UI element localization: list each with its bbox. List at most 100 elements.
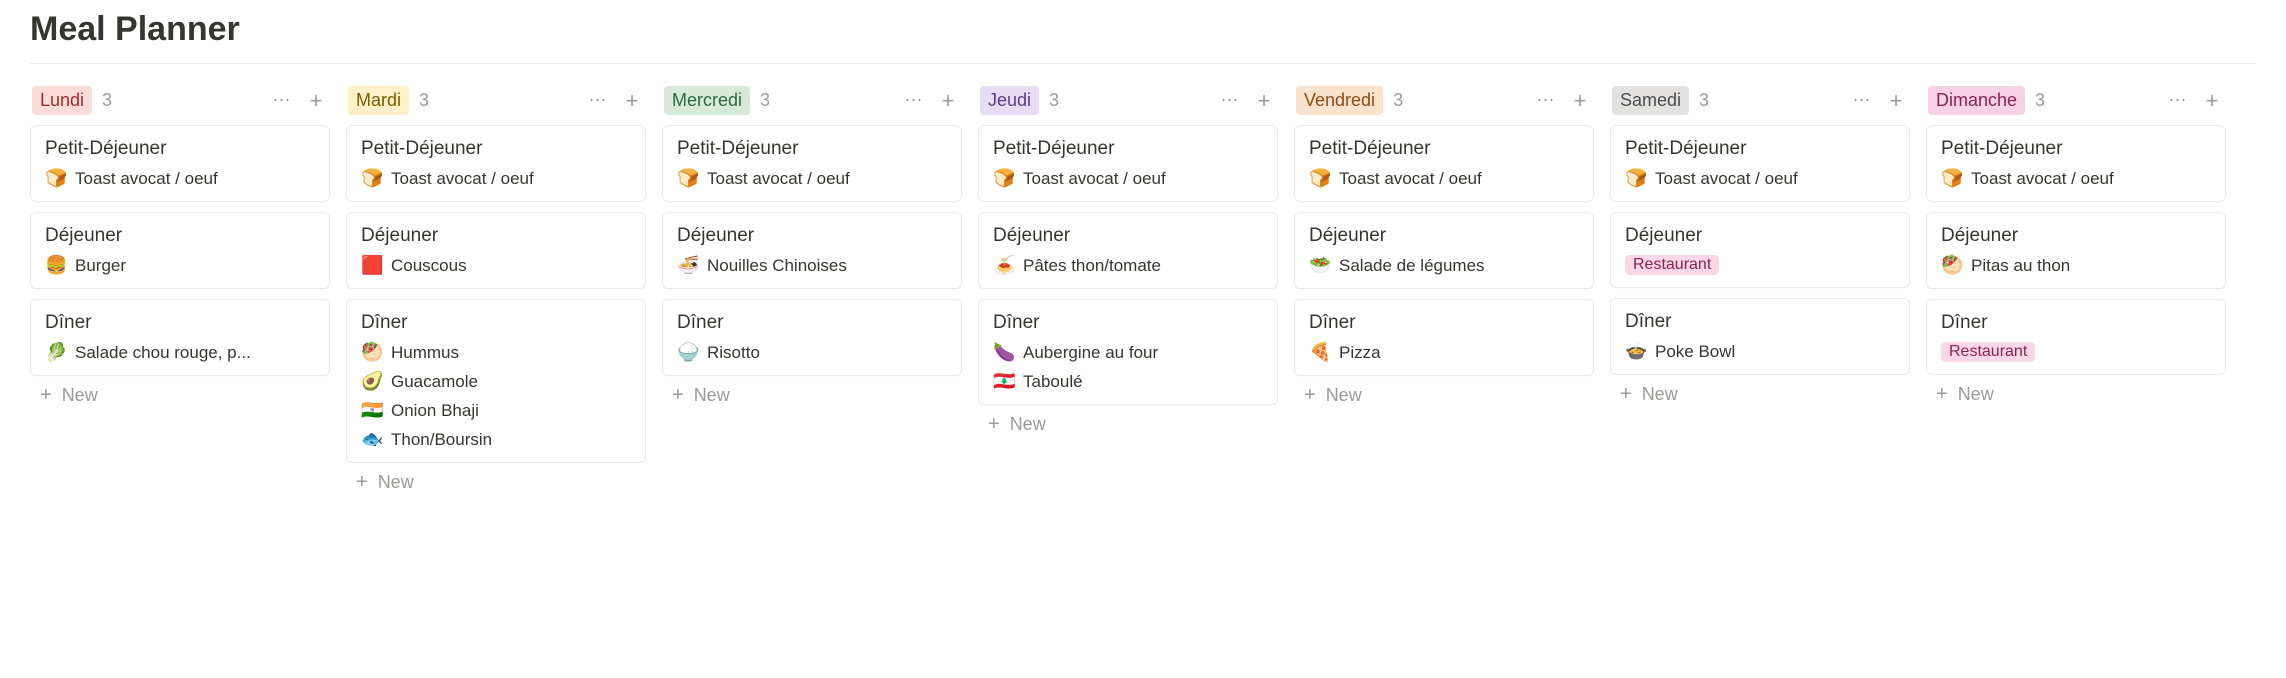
item-label: Salade chou rouge, p...: [75, 343, 251, 363]
card-items: 🍲Poke Bowl: [1625, 341, 1895, 362]
card-items: 🍚Risotto: [677, 342, 947, 363]
column-name-badge[interactable]: Dimanche: [1928, 86, 2025, 115]
card[interactable]: Petit-Déjeuner🍞Toast avocat / oeuf: [1926, 125, 2226, 202]
card[interactable]: Déjeuner🟥Couscous: [346, 212, 646, 289]
plus-icon: +: [356, 471, 368, 494]
card-item: 🍆Aubergine au four: [993, 342, 1263, 363]
item-emoji-icon: 🥬: [45, 342, 65, 363]
item-label: Guacamole: [391, 372, 478, 392]
card[interactable]: Petit-Déjeuner🍞Toast avocat / oeuf: [1294, 125, 1594, 202]
item-emoji-icon: 🍞: [1309, 168, 1329, 189]
card[interactable]: Dîner🍕Pizza: [1294, 299, 1594, 376]
item-emoji-icon: 🍕: [1309, 342, 1329, 363]
card[interactable]: Dîner 🥬 Salade chou rouge, p...: [30, 299, 330, 376]
card-item: 🍕Pizza: [1309, 342, 1579, 363]
new-card-button[interactable]: +New: [1926, 377, 2226, 412]
card-item: 🍞Toast avocat / oeuf: [45, 168, 315, 189]
new-card-button[interactable]: +New: [1294, 378, 1594, 413]
new-card-button[interactable]: +New: [662, 378, 962, 413]
card-title: Déjeuner: [993, 225, 1263, 247]
new-card-button[interactable]: +New: [1610, 377, 1910, 412]
board-column: Jeudi3⋯+Petit-Déjeuner🍞Toast avocat / oe…: [978, 84, 1278, 442]
item-label: Salade de légumes: [1339, 256, 1485, 276]
board-column: Vendredi3⋯+Petit-Déjeuner🍞Toast avocat /…: [1294, 84, 1594, 413]
item-label: Toast avocat / oeuf: [1971, 169, 2114, 189]
column-menu-icon[interactable]: ⋯: [1534, 89, 1558, 113]
column-add-icon[interactable]: +: [2200, 89, 2224, 113]
divider: [30, 63, 2256, 64]
column-menu-icon[interactable]: ⋯: [1218, 89, 1242, 113]
column-name-badge[interactable]: Mardi: [348, 86, 409, 115]
new-card-button[interactable]: +New: [978, 407, 1278, 442]
item-emoji-icon: 🍞: [361, 168, 381, 189]
card-items: Restaurant: [1941, 342, 2211, 362]
column-name-badge[interactable]: Samedi: [1612, 86, 1689, 115]
card[interactable]: Déjeuner🍜Nouilles Chinoises: [662, 212, 962, 289]
card[interactable]: Dîner🍆Aubergine au four🇱🇧Taboulé: [978, 299, 1278, 405]
item-label: Thon/Boursin: [391, 430, 492, 450]
card-items: 🍝Pâtes thon/tomate: [993, 255, 1263, 276]
card-item: 🥗Salade de légumes: [1309, 255, 1579, 276]
column-add-icon[interactable]: +: [620, 89, 644, 113]
card[interactable]: Déjeuner🍔Burger: [30, 212, 330, 289]
card-item: 🟥Couscous: [361, 255, 631, 276]
column-name-badge[interactable]: Vendredi: [1296, 86, 1383, 115]
new-label: New: [1326, 385, 1362, 406]
board-column: Mardi3⋯+Petit-Déjeuner🍞Toast avocat / oe…: [346, 84, 646, 500]
card-item: 🇮🇳Onion Bhaji: [361, 400, 631, 421]
column-menu-icon[interactable]: ⋯: [2166, 89, 2190, 113]
card-item: 🍜Nouilles Chinoises: [677, 255, 947, 276]
column-add-icon[interactable]: +: [936, 89, 960, 113]
item-label: Taboulé: [1023, 372, 1083, 392]
card-title: Petit-Déjeuner: [361, 138, 631, 160]
column-add-icon[interactable]: +: [304, 89, 328, 113]
card[interactable]: Dîner🍚Risotto: [662, 299, 962, 376]
card[interactable]: Déjeuner🥗Salade de légumes: [1294, 212, 1594, 289]
card-title: Dîner: [45, 312, 315, 334]
page-title: Meal Planner: [30, 10, 2256, 49]
column-header: Lundi3⋯+: [30, 84, 330, 125]
card-items: 🍞Toast avocat / oeuf: [677, 168, 947, 189]
item-emoji-icon: 🍞: [1625, 168, 1645, 189]
column-menu-icon[interactable]: ⋯: [586, 89, 610, 113]
card-item: 🥬 Salade chou rouge, p...: [45, 342, 315, 363]
column-add-icon[interactable]: +: [1252, 89, 1276, 113]
item-label: Toast avocat / oeuf: [1339, 169, 1482, 189]
card[interactable]: Petit-Déjeuner🍞Toast avocat / oeuf: [1610, 125, 1910, 202]
board-column: Dimanche3⋯+Petit-Déjeuner🍞Toast avocat /…: [1926, 84, 2226, 412]
plus-icon: +: [672, 384, 684, 407]
column-name-badge[interactable]: Lundi: [32, 86, 92, 115]
item-label: Risotto: [707, 343, 760, 363]
column-header: Mercredi3⋯+: [662, 84, 962, 125]
new-card-button[interactable]: +New: [30, 378, 330, 413]
new-card-button[interactable]: +New: [346, 465, 646, 500]
board-column: Mercredi3⋯+Petit-Déjeuner🍞Toast avocat /…: [662, 84, 962, 413]
card-item: 🍞Toast avocat / oeuf: [1625, 168, 1895, 189]
card-item: 🍝Pâtes thon/tomate: [993, 255, 1263, 276]
card[interactable]: Dîner🍲Poke Bowl: [1610, 298, 1910, 375]
card[interactable]: Petit-Déjeuner 🍞Toast avocat / oeuf: [346, 125, 646, 202]
card-items: 🍆Aubergine au four🇱🇧Taboulé: [993, 342, 1263, 392]
column-name-badge[interactable]: Jeudi: [980, 86, 1039, 115]
column-menu-icon[interactable]: ⋯: [270, 89, 294, 113]
column-name-badge[interactable]: Mercredi: [664, 86, 750, 115]
column-menu-icon[interactable]: ⋯: [1850, 89, 1874, 113]
card-items: 🟥Couscous: [361, 255, 631, 276]
card[interactable]: Déjeuner🥙Pitas au thon: [1926, 212, 2226, 289]
card-items: 🍞Toast avocat / oeuf: [361, 168, 631, 189]
card[interactable]: Petit-Déjeuner🍞Toast avocat / oeuf: [30, 125, 330, 202]
plus-icon: +: [1936, 383, 1948, 406]
board: Lundi3⋯+Petit-Déjeuner🍞Toast avocat / oe…: [30, 84, 2256, 500]
card[interactable]: Déjeuner 🍝Pâtes thon/tomate: [978, 212, 1278, 289]
card[interactable]: Petit-Déjeuner🍞Toast avocat / oeuf: [978, 125, 1278, 202]
column-add-icon[interactable]: +: [1568, 89, 1592, 113]
new-label: New: [1010, 414, 1046, 435]
card[interactable]: Dîner🥙Hummus🥑Guacamole🇮🇳Onion Bhaji🐟Thon…: [346, 299, 646, 463]
item-emoji-icon: 🇮🇳: [361, 400, 381, 421]
item-label: Couscous: [391, 256, 467, 276]
card[interactable]: DéjeunerRestaurant: [1610, 212, 1910, 288]
column-menu-icon[interactable]: ⋯: [902, 89, 926, 113]
column-add-icon[interactable]: +: [1884, 89, 1908, 113]
card[interactable]: DînerRestaurant: [1926, 299, 2226, 375]
card[interactable]: Petit-Déjeuner🍞Toast avocat / oeuf: [662, 125, 962, 202]
